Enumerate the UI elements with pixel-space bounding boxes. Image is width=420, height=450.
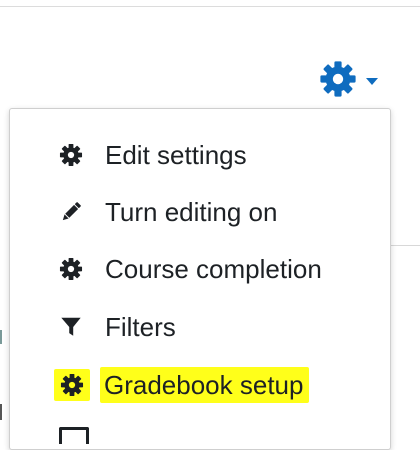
pencil-icon (58, 199, 84, 225)
page-edge-fragment (0, 404, 2, 420)
menu-item-label: Edit settings (105, 140, 247, 170)
top-divider (0, 6, 420, 7)
gear-icon (58, 142, 84, 168)
menu-item-label: Turn editing on (105, 197, 278, 227)
filter-icon (58, 314, 84, 340)
menu-item-turn-editing-on[interactable]: Turn editing on (10, 190, 390, 234)
caret-down-icon (366, 77, 378, 85)
gear-icon (58, 256, 84, 282)
menu-item-label: Gradebook setup (100, 367, 310, 403)
menu-item-gradebook-setup[interactable]: Gradebook setup (10, 363, 390, 407)
actions-menu-toggle[interactable] (318, 58, 378, 100)
menu-item-filters[interactable]: Filters (10, 305, 390, 349)
actions-dropdown-menu: Edit settings Turn editing on Course com… (9, 108, 391, 450)
menu-item-edit-settings[interactable]: Edit settings (10, 133, 390, 177)
gear-icon (54, 369, 90, 401)
menu-item-label: Course completion (105, 254, 322, 284)
background-divider (390, 245, 420, 246)
menu-item-label: Filters (105, 312, 176, 342)
page-edge-fragment (0, 330, 2, 344)
menu-item-course-completion[interactable]: Course completion (10, 247, 390, 291)
table-icon (59, 427, 89, 444)
gear-icon (320, 61, 356, 97)
